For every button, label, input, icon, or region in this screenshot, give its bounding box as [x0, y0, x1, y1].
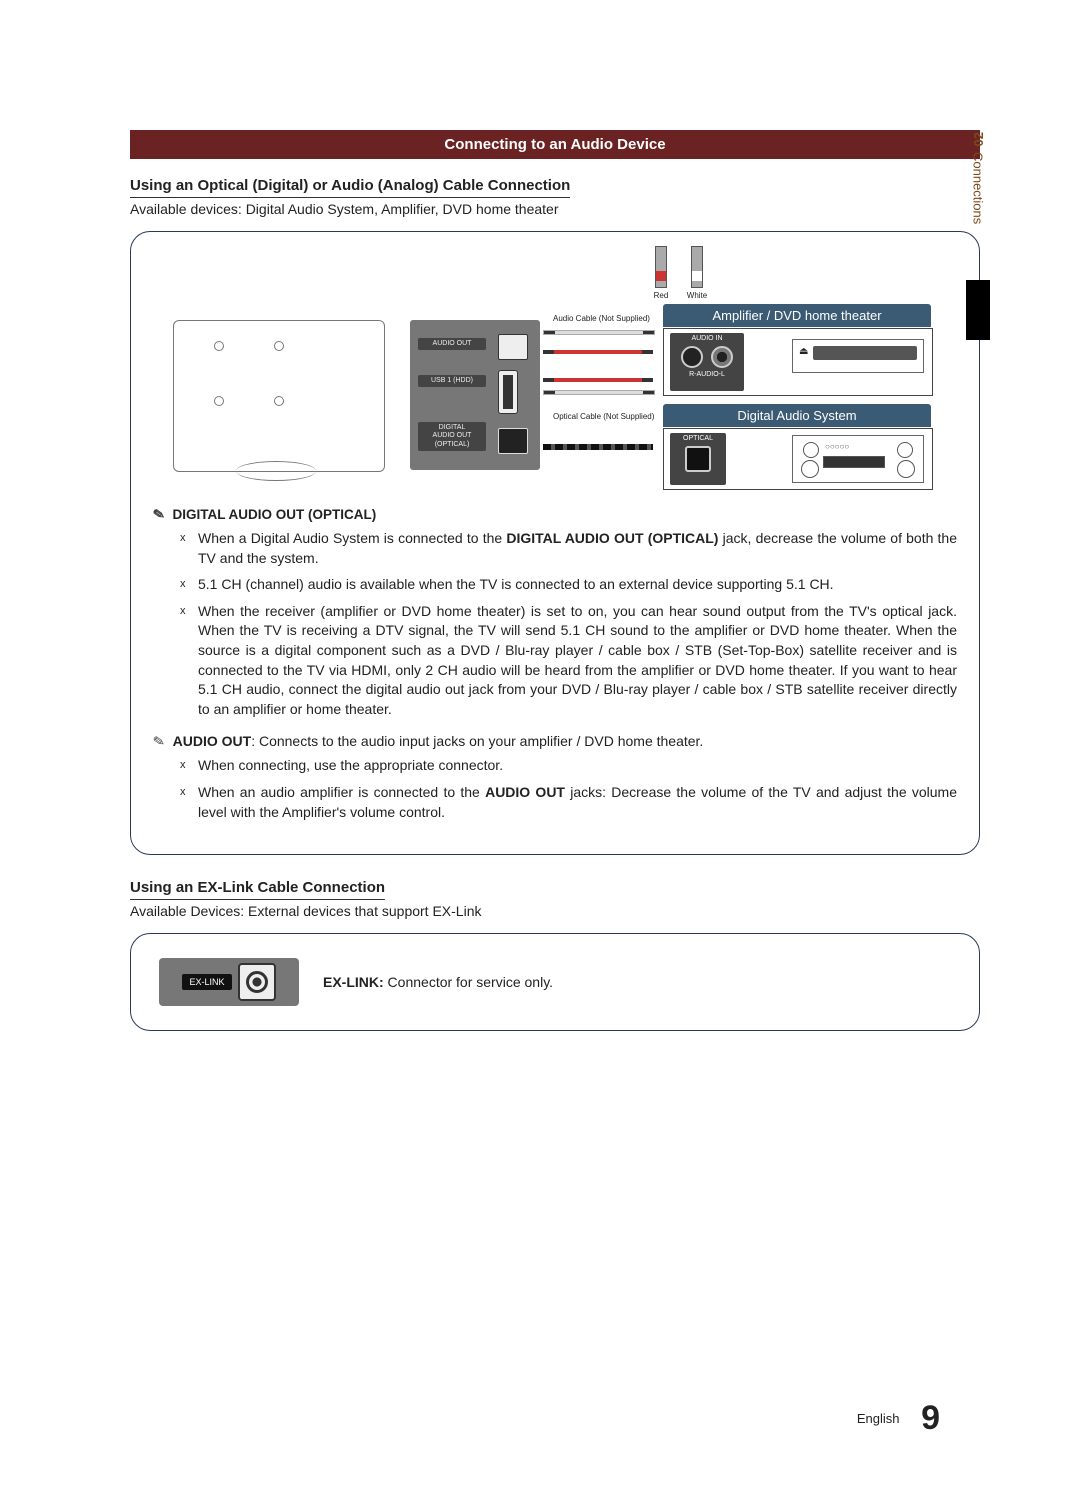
section-number: 02 — [971, 132, 986, 146]
exlink-subtext: Available Devices: External devices that… — [130, 903, 980, 919]
usb-label: USB 1 (HDD) — [418, 375, 486, 387]
ao-bullet-1: When connecting, use the appropriate con… — [198, 756, 957, 776]
audio-cable-label: Audio Cable (Not Supplied) — [553, 314, 650, 323]
note-icon: ✎ — [152, 505, 167, 524]
connection-diagram-box: AUDIO OUT USB 1 (HDD) DIGITAL AUDIO OUT … — [130, 231, 980, 855]
amplifier-header: Amplifier / DVD home theater — [663, 304, 931, 327]
ao-bullet-2: When an audio amplifier is connected to … — [198, 783, 957, 822]
rca-red-label: Red — [654, 291, 669, 300]
audio-out-bullets: When connecting, use the appropriate con… — [198, 756, 957, 822]
audio-out-heading: ✎ AUDIO OUT: Connects to the audio input… — [153, 733, 957, 750]
section1-heading: Using an Optical (Digital) or Audio (Ana… — [130, 177, 570, 198]
tv-port-block: AUDIO OUT USB 1 (HDD) DIGITAL AUDIO OUT … — [410, 320, 540, 470]
r-audio-l-label: R-AUDIO-L — [670, 371, 744, 378]
digital-audio-out-bullets: When a Digital Audio System is connected… — [198, 529, 957, 719]
page-header: Connecting to an Audio Device — [130, 130, 980, 159]
side-marker — [966, 280, 990, 340]
rca-plugs: Red White — [653, 246, 705, 300]
footer-lang: English — [857, 1411, 900, 1426]
rca-white-label: White — [687, 291, 707, 300]
exlink-box: EX-LINK EX-LINK: Connector for service o… — [130, 933, 980, 1031]
optical-cable-label: Optical Cable (Not Supplied) — [553, 412, 654, 421]
note-icon: ✎ — [152, 732, 167, 751]
digital-audio-header: Digital Audio System — [663, 404, 931, 427]
exlink-jack-icon — [238, 963, 276, 1001]
footer-page-number: 9 — [921, 1399, 940, 1437]
section-label: Connections — [971, 152, 986, 224]
exlink-port-label: EX-LINK — [182, 974, 231, 990]
digital-audio-out-label: DIGITAL AUDIO OUT (OPTICAL) — [418, 422, 486, 451]
dao-bullet-2: 5.1 CH (channel) audio is available when… — [198, 575, 957, 595]
section-tab: 02 Connections — [966, 132, 990, 272]
exlink-heading: Using an EX-Link Cable Connection — [130, 879, 385, 900]
page-footer: English 9 — [857, 1399, 940, 1438]
audio-out-label: AUDIO OUT — [418, 338, 486, 350]
digital-audio-out-heading: ✎ DIGITAL AUDIO OUT (OPTICAL) — [153, 506, 957, 523]
section1-subtext: Available devices: Digital Audio System,… — [130, 201, 980, 217]
exlink-description: EX-LINK: Connector for service only. — [323, 974, 553, 990]
amplifier-device: AUDIO IN R-AUDIO-L ⏏ — [663, 328, 933, 396]
tv-rear-panel — [173, 320, 385, 472]
exlink-port: EX-LINK — [159, 958, 299, 1006]
audio-in-label: AUDIO IN — [670, 335, 744, 342]
connection-diagram: AUDIO OUT USB 1 (HDD) DIGITAL AUDIO OUT … — [153, 246, 957, 496]
dao-bullet-3: When the receiver (amplifier or DVD home… — [198, 602, 957, 720]
dao-bullet-1: When a Digital Audio System is connected… — [198, 529, 957, 568]
optical-label: OPTICAL — [670, 435, 726, 442]
digital-audio-device: OPTICAL ○○○○○ — [663, 428, 933, 490]
